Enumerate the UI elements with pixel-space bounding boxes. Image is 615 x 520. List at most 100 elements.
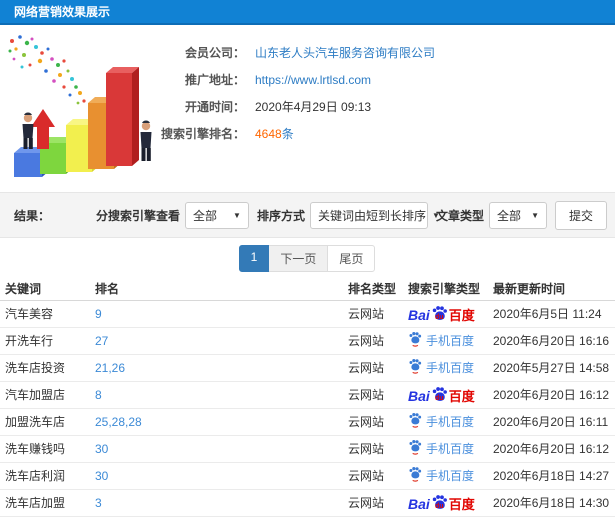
col-keyword: 关键词 [0, 278, 90, 301]
submit-button[interactable]: 提交 [554, 200, 607, 230]
page-title: 网络营销效果展示 [14, 5, 111, 19]
keyword-cell: 洗车店加盟 [0, 489, 90, 517]
table-row: 汽车美容 9 云网站 Bai du 百度 2020年6月5日 11:24 [0, 300, 615, 328]
baidu-prefix: Bai [408, 306, 430, 323]
title-bar: 网络营销效果展示 [0, 0, 615, 25]
time-cell: 2020年6月5日 11:24 [488, 300, 615, 328]
time-cell: 2020年6月18日 14:30 [488, 489, 615, 517]
engine-cell: 手机百度 [403, 327, 488, 355]
keyword-cell: 开洗车行 [0, 327, 90, 355]
mobile-baidu-label: 手机百度 [426, 442, 475, 456]
rank-cell[interactable]: 25,28,28 [90, 408, 343, 436]
keyword-cell: 汽车美容 [0, 300, 90, 328]
rank-type-cell: 云网站 [343, 408, 403, 436]
baidu-paw-text: du [435, 394, 444, 402]
rank-cell[interactable]: 3 [90, 489, 343, 517]
sort-select[interactable]: 关键词由短到长排序 ▼ [309, 201, 440, 229]
rank-count-unit: 条 [281, 127, 294, 141]
engine-cell: 手机百度 [403, 462, 488, 490]
engine-filter-label: 分搜索引擎查看 [95, 208, 180, 223]
rank-cell[interactable]: 27 [90, 327, 343, 355]
table-row: 汽车加盟店 8 云网站 Bai du 百度 2020年6月20日 16:12 [0, 381, 615, 409]
page-next[interactable]: 下一页 [268, 244, 329, 272]
pagination: 1 下一页 尾页 [238, 244, 376, 272]
sort-select-value: 关键词由短到长排序 [317, 208, 426, 223]
mobile-baidu-label: 手机百度 [426, 361, 475, 375]
table-row: 洗车店加盟 3 云网站 Bai du 百度 2020年6月18日 14:30 [0, 489, 615, 517]
time-cell: 2020年6月18日 14:27 [488, 462, 615, 490]
mobile-baidu-label: 手机百度 [426, 469, 475, 483]
mobile-baidu-badge: 手机百度 [408, 331, 474, 350]
col-rank: 排名 [90, 278, 343, 301]
engine-cell: Bai du 百度 [403, 381, 488, 409]
time-cell: 2020年5月27日 14:58 [488, 354, 615, 382]
rank-count-value: 4648条 [255, 125, 294, 142]
rank-type-cell: 云网站 [343, 300, 403, 328]
baidu-suffix: 百度 [448, 388, 475, 404]
table-row: 加盟洗车店 25,28,28 云网站 手机百度 2020年6月20日 16:11 [0, 408, 615, 436]
rank-cell[interactable]: 21,26 [90, 354, 343, 382]
time-cell: 2020年6月20日 16:16 [488, 327, 615, 355]
rank-type-cell: 云网站 [343, 327, 403, 355]
bar-red [106, 67, 139, 166]
engine-cell: Bai du 百度 [403, 489, 488, 517]
engine-cell: 手机百度 [403, 435, 488, 463]
mobile-baidu-label: 手机百度 [426, 415, 475, 429]
rank-type-cell: 云网站 [343, 435, 403, 463]
baidu-prefix: Bai [408, 495, 430, 512]
page-current[interactable]: 1 [238, 244, 270, 272]
rank-cell[interactable]: 30 [90, 462, 343, 490]
mobile-baidu-paw-icon [408, 466, 422, 485]
time-cell: 2020年6月20日 16:12 [488, 435, 615, 463]
col-engine-type: 搜索引擎类型 [403, 278, 488, 301]
page-last[interactable]: 尾页 [327, 244, 376, 272]
mobile-baidu-paw-icon [408, 412, 422, 431]
open-time-value: 2020年4月29日 09:13 [255, 100, 372, 114]
table-row: 开洗车行 27 云网站 手机百度 2020年6月20日 16:16 [0, 327, 615, 355]
mobile-baidu-paw-icon [408, 331, 422, 350]
mobile-baidu-paw-icon [408, 358, 422, 377]
baidu-paw-icon: du [431, 386, 448, 403]
mobile-baidu-label: 手机百度 [426, 334, 475, 348]
keyword-cell: 洗车赚钱吗 [0, 435, 90, 463]
baidu-logo: Bai du 百度 [408, 494, 475, 511]
rank-cell[interactable]: 8 [90, 381, 343, 409]
article-type-select[interactable]: 全部 ▼ [488, 201, 547, 229]
table-row: 洗车店利润 30 云网站 手机百度 2020年6月18日 14:27 [0, 462, 615, 490]
filter-bar: 结果： 分搜索引擎查看 全部 ▼ 排序方式 关键词由短到长排序 ▼ 文章类型 全… [0, 192, 615, 238]
pager-wrap: 1 下一页 尾页 [0, 238, 615, 278]
rank-count-number: 4648 [255, 127, 282, 141]
promotion-url-link[interactable]: https://www.lrtlsd.com [255, 73, 371, 87]
baidu-paw-icon: du [431, 305, 448, 322]
engine-cell: 手机百度 [403, 354, 488, 382]
keyword-cell: 汽车加盟店 [0, 381, 90, 409]
engine-select[interactable]: 全部 ▼ [184, 201, 249, 229]
baidu-suffix: 百度 [448, 496, 475, 512]
keyword-cell: 洗车店投资 [0, 354, 90, 382]
chevron-down-icon: ▼ [233, 210, 241, 220]
info-section: 会员公司： 山东老人头汽车服务咨询有限公司 推广地址： https://www.… [0, 25, 615, 192]
baidu-suffix: 百度 [448, 307, 475, 323]
baidu-logo: Bai du 百度 [408, 386, 475, 403]
rank-type-cell: 云网站 [343, 489, 403, 517]
rank-cell[interactable]: 30 [90, 435, 343, 463]
baidu-paw-icon: du [431, 494, 448, 511]
company-link[interactable]: 山东老人头汽车服务咨询有限公司 [255, 44, 435, 61]
rank-type-cell: 云网站 [343, 354, 403, 382]
rank-cell[interactable]: 9 [90, 300, 343, 328]
table-header-row: 关键词 排名 排名类型 搜索引擎类型 最新更新时间 [0, 278, 615, 301]
keyword-cell: 加盟洗车店 [0, 408, 90, 436]
engine-cell: 手机百度 [403, 408, 488, 436]
table-body: 汽车美容 9 云网站 Bai du 百度 2020年6月5日 11:24 开洗车… [0, 300, 615, 517]
table-row: 洗车店投资 21,26 云网站 手机百度 2020年5月27日 14:58 [0, 354, 615, 382]
mobile-baidu-paw-icon [408, 439, 422, 458]
filter-controls: 分搜索引擎查看 全部 ▼ 排序方式 关键词由短到长排序 ▼ 文章类型 全部 ▼ … [88, 200, 607, 230]
table-row: 洗车赚钱吗 30 云网站 手机百度 2020年6月20日 16:12 [0, 435, 615, 463]
mobile-baidu-badge: 手机百度 [408, 358, 474, 377]
baidu-paw-text: du [435, 313, 444, 321]
rank-type-cell: 云网站 [343, 381, 403, 409]
baidu-logo: Bai du 百度 [408, 305, 475, 322]
article-type-label: 文章类型 [435, 208, 484, 223]
mobile-baidu-badge: 手机百度 [408, 466, 474, 485]
engine-select-value: 全部 [192, 208, 217, 223]
